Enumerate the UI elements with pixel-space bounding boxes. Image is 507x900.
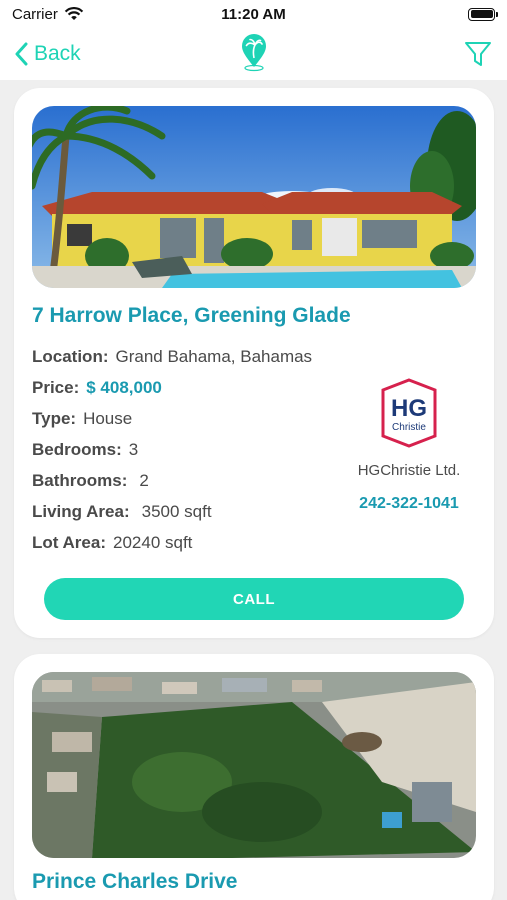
palm-pin-logo-icon: [242, 34, 266, 72]
agent-logo: HG Christie: [381, 378, 437, 448]
wifi-icon: [64, 7, 84, 20]
property-photo: [32, 672, 476, 858]
price-label: Price:: [32, 378, 80, 397]
battery-icon: [468, 7, 498, 21]
back-label: Back: [34, 42, 81, 65]
chevron-left-icon: [15, 42, 28, 66]
listing-title[interactable]: 7 Harrow Place, Greening Glade: [32, 304, 351, 328]
location-row: Location: Grand Bahama, Bahamas: [32, 347, 312, 378]
call-button[interactable]: CALL: [44, 578, 464, 620]
listing-title[interactable]: Prince Charles Drive: [32, 870, 237, 894]
bathrooms-label: Bathrooms:: [32, 471, 128, 490]
location-value: Grand Bahama, Bahamas: [115, 347, 313, 366]
lot-area-row: Lot Area: 20240 sqft: [32, 533, 312, 564]
lot-area-value: 20240 sqft: [113, 533, 193, 552]
listing-card[interactable]: 7 Harrow Place, Greening Glade Location:…: [14, 88, 494, 638]
svg-text:HG: HG: [391, 395, 427, 422]
nav-bar: Back: [0, 28, 507, 80]
back-button[interactable]: Back: [14, 42, 81, 66]
agent-name: HGChristie Ltd.: [357, 462, 461, 479]
listing-card[interactable]: Prince Charles Drive: [14, 654, 494, 900]
property-photo: [32, 106, 476, 288]
status-left: Carrier: [12, 6, 84, 23]
price-row: Price: $ 408,000: [32, 378, 312, 409]
location-label: Location:: [32, 347, 109, 366]
agent-info: HG Christie HGChristie Ltd. 242-322-1041: [344, 378, 474, 513]
svg-text:Christie: Christie: [392, 422, 426, 433]
living-area-row: Living Area: 3500 sqft: [32, 502, 312, 533]
price-value: $ 408,000: [86, 378, 162, 397]
agent-phone[interactable]: 242-322-1041: [344, 495, 474, 513]
bathrooms-value: 2: [139, 471, 149, 490]
carrier-label: Carrier: [12, 5, 58, 23]
listing-details: Location: Grand Bahama, Bahamas Price: $…: [32, 347, 312, 564]
bedrooms-label: Bedrooms:: [32, 440, 122, 459]
bedrooms-row: Bedrooms: 3: [32, 440, 312, 471]
status-bar: Carrier 11:20 AM: [0, 0, 507, 28]
type-row: Type: House: [32, 409, 312, 440]
bedrooms-value: 3: [128, 440, 139, 459]
bathrooms-row: Bathrooms: 2: [32, 471, 312, 502]
type-label: Type:: [32, 409, 77, 428]
living-area-value: 3500 sqft: [141, 502, 212, 521]
filter-icon[interactable]: [463, 39, 493, 69]
lot-area-label: Lot Area:: [32, 533, 106, 552]
living-area-label: Living Area:: [32, 502, 130, 521]
type-value: House: [83, 409, 133, 428]
